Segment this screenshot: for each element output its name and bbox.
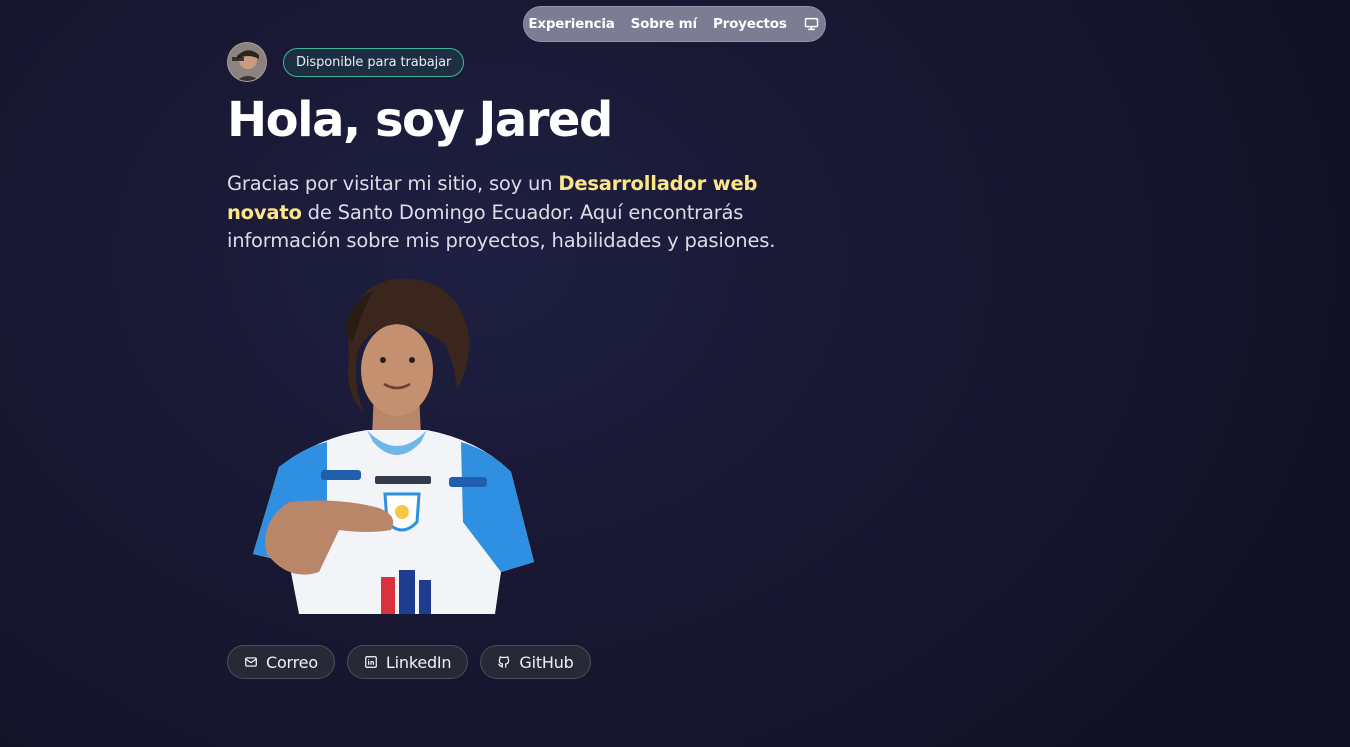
profile-photo <box>249 272 539 614</box>
github-button-label: GitHub <box>519 652 574 672</box>
email-button-label: Correo <box>266 652 318 672</box>
page-title: Hola, soy Jared <box>227 92 613 148</box>
github-button[interactable]: GitHub <box>480 645 591 679</box>
avatar <box>227 42 267 82</box>
linkedin-button-label: LinkedIn <box>385 652 452 672</box>
mail-icon <box>245 657 257 667</box>
intro-before: Gracias por visitar mi sitio, soy un <box>227 172 559 195</box>
intro-after: de Santo Domingo Ecuador. Aquí encontrar… <box>227 200 776 253</box>
social-links: Correo LinkedIn GitHub <box>227 645 591 679</box>
nav-sobre-mi[interactable]: Sobre mí <box>631 16 697 32</box>
profile-header: Disponible para trabajar <box>227 42 465 82</box>
status-badge: Disponible para trabajar <box>283 47 465 77</box>
nav-proyectos[interactable]: Proyectos <box>713 16 787 32</box>
linkedin-button[interactable]: LinkedIn <box>346 645 469 679</box>
intro-text: Gracias por visitar mi sitio, soy un Des… <box>227 170 807 256</box>
top-navigation: Experiencia Sobre mí Proyectos <box>523 6 826 42</box>
linkedin-icon <box>365 656 377 668</box>
nav-experiencia[interactable]: Experiencia <box>528 16 615 32</box>
github-icon <box>498 656 510 668</box>
monitor-icon[interactable] <box>803 15 821 33</box>
email-button[interactable]: Correo <box>227 645 335 679</box>
